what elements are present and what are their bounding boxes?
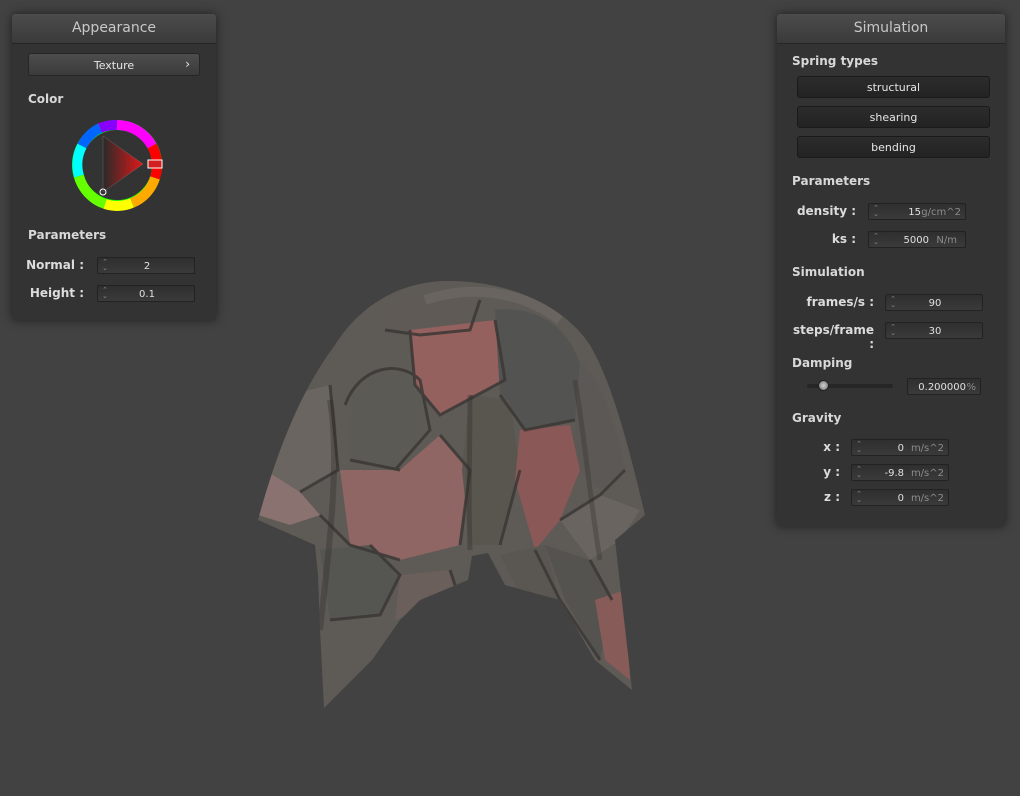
simulation-parameters-label: Parameters bbox=[792, 174, 871, 188]
damping-unit: % bbox=[966, 382, 976, 393]
spinner-icon[interactable]: ⌃ ⌄ bbox=[856, 441, 862, 454]
spring-types-label: Spring types bbox=[792, 54, 879, 68]
ks-value: 5000 bbox=[903, 235, 929, 246]
chevron-right-icon: › bbox=[185, 57, 190, 71]
ks-unit: N/m bbox=[936, 235, 957, 246]
color-wheel-graphic bbox=[72, 119, 163, 211]
ks-label: ks : bbox=[831, 232, 856, 246]
height-label: Height : bbox=[29, 286, 84, 300]
color-wheel-icon[interactable] bbox=[70, 118, 164, 212]
density-unit: g/cm^2 bbox=[921, 207, 961, 218]
spinner-icon[interactable]: ⌃ ⌄ bbox=[873, 205, 879, 218]
damping-field[interactable]: 0.200000 % bbox=[907, 378, 981, 395]
height-value: 0.1 bbox=[139, 289, 155, 300]
gravity-z-unit: m/s^2 bbox=[910, 493, 944, 504]
texture-button-label: Texture bbox=[93, 59, 135, 72]
damping-value: 0.200000 bbox=[918, 382, 966, 393]
normal-field[interactable]: ⌃ ⌄ 2 bbox=[97, 257, 195, 274]
texture-button[interactable]: Texture › bbox=[28, 53, 200, 76]
gravity-label: Gravity bbox=[792, 411, 842, 425]
spinner-icon[interactable]: ⌃ ⌄ bbox=[856, 466, 862, 479]
appearance-panel: Appearance Texture › Color Parameters No… bbox=[12, 14, 216, 320]
gravity-x-field[interactable]: ⌃ ⌄ 0 m/s^2 bbox=[851, 439, 949, 456]
height-field[interactable]: ⌃ ⌄ 0.1 bbox=[97, 285, 195, 302]
simulation-panel-title[interactable]: Simulation bbox=[777, 14, 1005, 44]
fps-field[interactable]: ⌃ ⌄ 90 bbox=[885, 294, 983, 311]
simulation-section-label: Simulation bbox=[792, 265, 865, 279]
simulation-panel: Simulation Spring types structural shear… bbox=[777, 14, 1005, 526]
gravity-y-unit: m/s^2 bbox=[910, 468, 944, 479]
fps-label: frames/s : bbox=[806, 295, 874, 309]
spring-shearing-button[interactable]: shearing bbox=[797, 106, 990, 128]
damping-slider[interactable] bbox=[807, 380, 893, 392]
damping-label: Damping bbox=[792, 356, 853, 370]
spinner-icon[interactable]: ⌃ ⌄ bbox=[856, 491, 862, 504]
gravity-y-label: y : bbox=[823, 465, 840, 479]
appearance-panel-title[interactable]: Appearance bbox=[12, 14, 216, 44]
spring-structural-button[interactable]: structural bbox=[797, 76, 990, 98]
gravity-z-value: 0 bbox=[897, 493, 904, 504]
gravity-x-label: x : bbox=[823, 440, 840, 454]
density-value: 15 bbox=[908, 207, 921, 218]
damping-slider-knob[interactable] bbox=[818, 380, 829, 391]
gravity-y-field[interactable]: ⌃ ⌄ -9.8 m/s^2 bbox=[851, 464, 949, 481]
normal-value: 2 bbox=[143, 261, 151, 272]
ks-field[interactable]: ⌃ ⌄ 5000 N/m bbox=[868, 231, 966, 248]
fps-value: 90 bbox=[928, 298, 942, 309]
steps-value: 30 bbox=[928, 326, 942, 337]
color-section-label: Color bbox=[28, 92, 64, 106]
steps-label: steps/frame : bbox=[792, 323, 874, 351]
gravity-z-label: z : bbox=[824, 490, 840, 504]
density-field[interactable]: ⌃ ⌄ 15 g/cm^2 bbox=[868, 203, 966, 220]
gravity-x-value: 0 bbox=[897, 443, 904, 454]
steps-field[interactable]: ⌃ ⌄ 30 bbox=[885, 322, 983, 339]
gravity-z-field[interactable]: ⌃ ⌄ 0 m/s^2 bbox=[851, 489, 949, 506]
gravity-x-unit: m/s^2 bbox=[910, 443, 944, 454]
spring-bending-button[interactable]: bending bbox=[797, 136, 990, 158]
gravity-y-value: -9.8 bbox=[884, 468, 904, 479]
spinner-icon[interactable]: ⌃ ⌄ bbox=[873, 233, 879, 246]
density-label: density : bbox=[796, 204, 856, 218]
normal-label: Normal : bbox=[26, 258, 84, 272]
appearance-parameters-label: Parameters bbox=[28, 228, 107, 242]
